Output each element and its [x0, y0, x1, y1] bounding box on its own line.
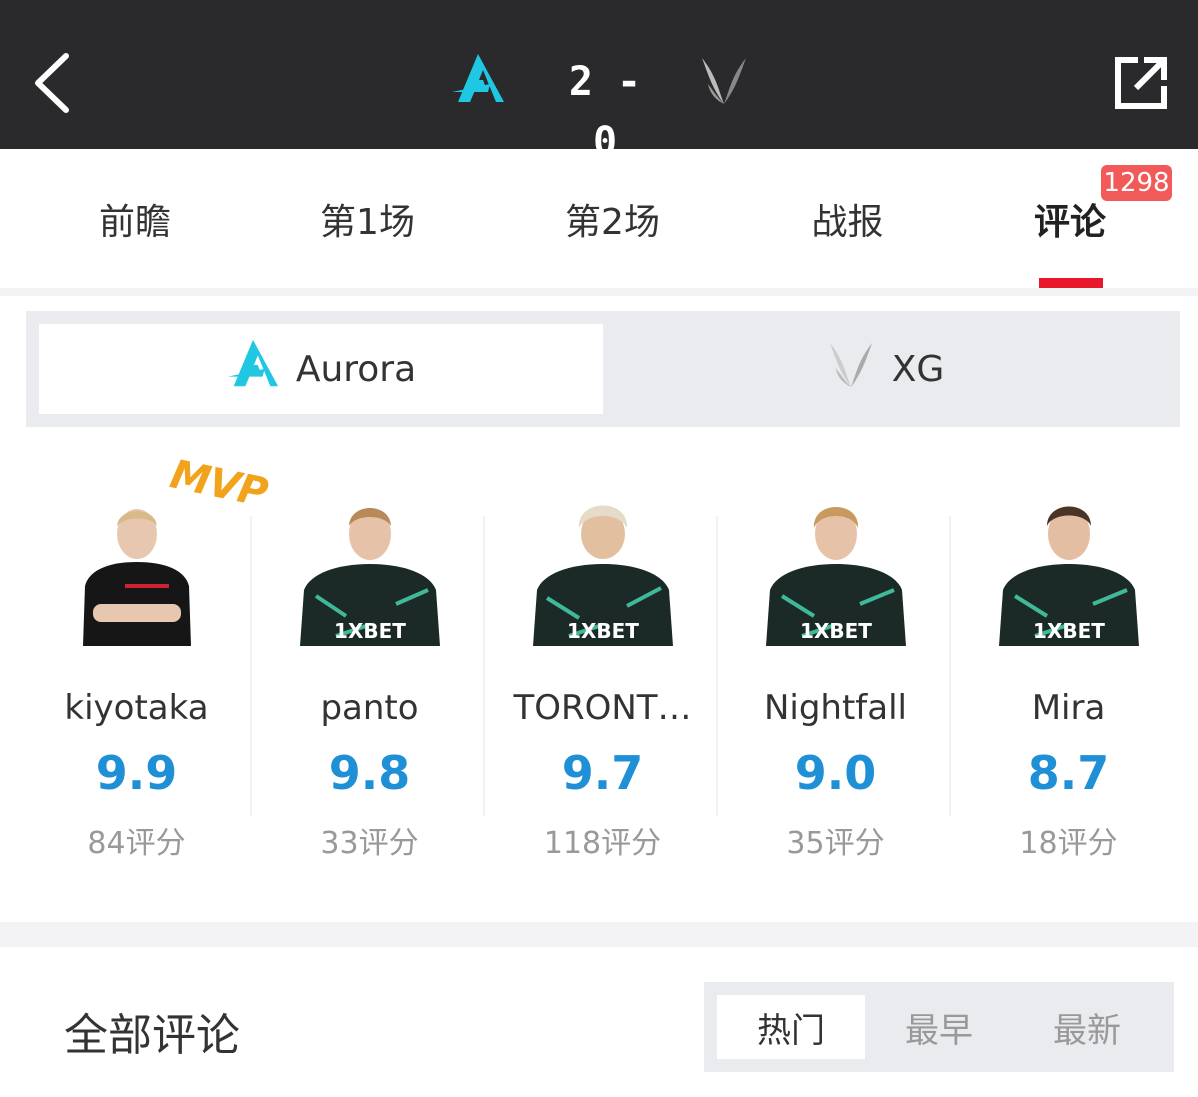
svg-text:1XBET: 1XBET — [800, 619, 872, 643]
tab-report[interactable]: 战报 — [770, 149, 925, 288]
player-name: kiyotaka — [64, 688, 209, 728]
top-bar: 2 - 0 — [0, 0, 1198, 165]
player-card[interactable]: MVP kiyotaka 9.9 84评分 — [20, 446, 270, 876]
divider — [483, 516, 485, 816]
svg-text:1XBET: 1XBET — [334, 619, 406, 643]
divider — [949, 516, 951, 816]
divider — [250, 516, 252, 816]
player-name: TORONT… — [513, 688, 692, 728]
match-score-header: 2 - 0 — [450, 52, 760, 165]
player-photo: 1XBET — [296, 486, 444, 646]
player-rating-card: Aurora XG MVP kiyotaka 9.9 84评分 1XBET pa… — [0, 296, 1198, 922]
comments-section: 全部评论 热门 最早 最新 — [0, 947, 1198, 1097]
aurora-logo-icon — [226, 338, 296, 401]
team-option-aurora[interactable]: Aurora — [39, 324, 603, 414]
sort-earliest-button[interactable]: 最早 — [865, 995, 1013, 1059]
player-rating: 9.9 — [95, 746, 178, 800]
team-option-label: Aurora — [295, 348, 417, 390]
player-photo: 1XBET — [762, 486, 910, 646]
team-option-label: XG — [891, 348, 945, 390]
player-photo — [63, 486, 211, 646]
player-name: Nightfall — [763, 688, 908, 728]
aurora-logo-icon — [450, 52, 506, 112]
player-rating: 9.0 — [794, 746, 877, 800]
player-card[interactable]: 1XBET panto 9.8 33评分 — [253, 446, 486, 876]
player-rating: 9.7 — [561, 746, 644, 800]
svg-text:1XBET: 1XBET — [1033, 619, 1105, 643]
player-list: MVP kiyotaka 9.9 84评分 1XBET panto 9.8 33… — [0, 446, 1198, 876]
match-score: 2 - 0 — [568, 59, 642, 165]
rating-count: 18评分 — [1019, 826, 1118, 861]
sort-hot-button[interactable]: 热门 — [717, 995, 865, 1059]
player-card[interactable]: 1XBET TORONT… 9.7 118评分 — [486, 446, 719, 876]
xg-logo-icon — [826, 339, 892, 400]
back-icon[interactable] — [28, 50, 78, 116]
comment-count-badge: 1298 — [1101, 165, 1172, 201]
tab-preview[interactable]: 前瞻 — [60, 149, 210, 288]
comments-title: 全部评论 — [64, 1010, 240, 1061]
tab-bar: 前瞻 第1场 第2场 战报 评论 — [0, 149, 1198, 288]
player-photo: 1XBET — [995, 486, 1143, 646]
tab-game-2[interactable]: 第2场 — [535, 149, 690, 288]
tab-game-1[interactable]: 第1场 — [290, 149, 445, 288]
rating-count: 33评分 — [320, 826, 419, 861]
player-card[interactable]: 1XBET Mira 8.7 18评分 — [952, 446, 1185, 876]
xg-logo-icon — [698, 54, 750, 112]
comment-sort-switch: 热门 最早 最新 — [704, 982, 1174, 1072]
player-name: Mira — [1031, 688, 1106, 728]
team-option-xg[interactable]: XG — [603, 324, 1167, 414]
share-icon[interactable] — [1112, 52, 1172, 112]
player-card[interactable]: 1XBET Nightfall 9.0 35评分 — [719, 446, 952, 876]
sort-latest-button[interactable]: 最新 — [1013, 995, 1161, 1059]
team-switch: Aurora XG — [26, 311, 1180, 427]
rating-count: 35评分 — [786, 826, 885, 861]
active-tab-indicator — [1039, 278, 1103, 288]
player-name: panto — [320, 688, 419, 728]
divider — [716, 516, 718, 816]
player-photo: 1XBET — [529, 486, 677, 646]
rating-count: 118评分 — [543, 826, 662, 861]
player-rating: 9.8 — [328, 746, 411, 800]
player-rating: 8.7 — [1027, 746, 1110, 800]
rating-count: 84评分 — [87, 826, 186, 861]
svg-text:1XBET: 1XBET — [567, 619, 639, 643]
